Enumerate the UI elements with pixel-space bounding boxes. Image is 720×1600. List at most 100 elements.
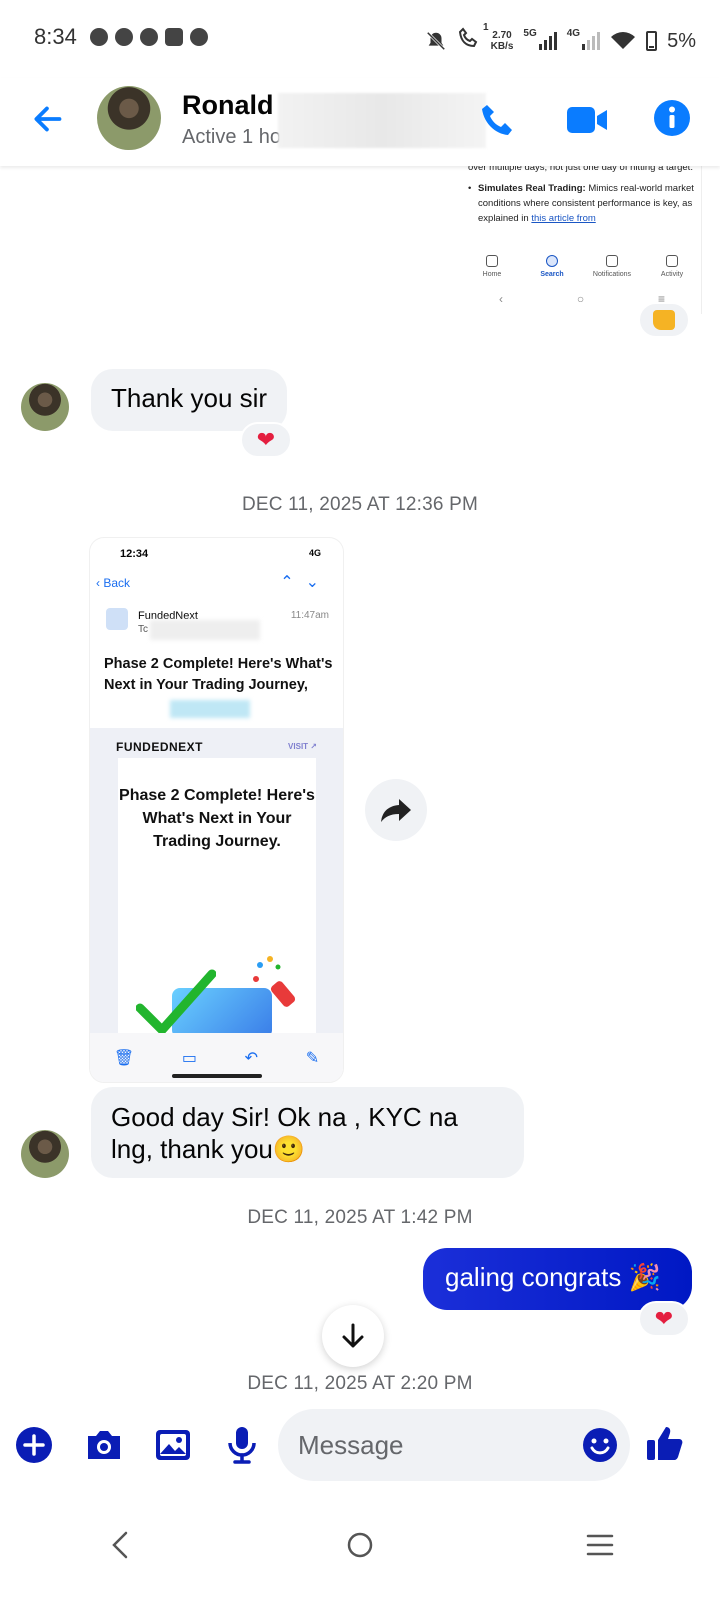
add-button[interactable]	[14, 1425, 54, 1465]
reply-icon: ↶	[244, 1050, 259, 1067]
redaction-blur	[278, 93, 486, 148]
status-bar: 8:34 1 2.70 KB/s 5G 4G 5%	[0, 0, 720, 78]
conversation-header: Ronald I Active 1 ho	[0, 78, 720, 166]
contact-avatar[interactable]	[97, 86, 161, 150]
home-icon	[486, 255, 498, 267]
compose-icon: ✎	[305, 1050, 320, 1067]
shot-nav-label: Notifications	[592, 271, 632, 278]
search-icon	[546, 255, 558, 267]
net-type-1: 5G	[523, 27, 537, 39]
camera-button[interactable]	[84, 1425, 124, 1465]
message-bubble-incoming[interactable]: Good day Sir! Ok na , KYC na lng, thank …	[91, 1087, 524, 1178]
activity-icon	[666, 255, 678, 267]
status-time: 8:34	[34, 24, 77, 49]
net-speed: 2.70 KB/s	[491, 30, 514, 52]
info-icon[interactable]	[652, 98, 692, 138]
es-time: 12:34	[120, 548, 149, 560]
forward-button[interactable]	[365, 779, 427, 841]
es-body: FUNDEDNEXT VISIT ↗ Phase 2 Complete! Her…	[90, 728, 343, 1038]
shot-bullet-bold: Simulates Real Trading:	[478, 183, 586, 194]
es-card: Phase 2 Complete! Here's What's Next in …	[118, 758, 316, 1038]
image-icon	[156, 1430, 190, 1460]
microphone-icon	[228, 1427, 256, 1464]
shot-nav-label: Activity	[660, 271, 684, 278]
shot-home-icon: ○	[576, 292, 585, 306]
bell-icon	[606, 255, 618, 267]
contact-name[interactable]: Ronald I	[182, 90, 289, 121]
app-icon	[165, 28, 183, 46]
signal-icon-1	[538, 32, 557, 50]
system-navigation-bar	[0, 1490, 720, 1600]
timestamp: DEC 11, 2025 AT 12:36 PM	[241, 494, 479, 515]
shot-nav-search: Search	[524, 255, 580, 278]
sender-avatar[interactable]	[21, 383, 69, 431]
es-brand: FUNDEDNEXT	[116, 740, 204, 754]
shot-bullet: Simulates Real Trading: Mimics real-worl…	[462, 181, 701, 226]
system-back-button[interactable]	[80, 1515, 160, 1575]
voice-button[interactable]	[222, 1425, 262, 1465]
status-right: 1 2.70 KB/s 5G 4G 5%	[425, 22, 696, 56]
scroll-to-bottom-button[interactable]	[322, 1305, 384, 1367]
wifi-call-icon: 1	[457, 22, 489, 56]
call-sim: 1	[483, 22, 489, 33]
system-home-button[interactable]	[320, 1515, 400, 1575]
net-speed-unit: KB/s	[490, 41, 514, 52]
emoji-icon	[583, 1428, 617, 1462]
video-call-icon[interactable]	[565, 102, 609, 138]
shot-bottom-nav: Home Search Notifications Activity	[462, 255, 701, 278]
shot-back-icon: ‹	[498, 292, 503, 306]
party-popper-icon	[253, 956, 296, 1007]
facebook-icon	[190, 28, 208, 46]
like-button[interactable]	[645, 1423, 685, 1463]
back-arrow-icon[interactable]	[28, 98, 70, 140]
heart-reaction[interactable]: ❤	[638, 1301, 690, 1337]
es-home-indicator	[172, 1074, 262, 1078]
thumbs-up-icon	[647, 1427, 683, 1460]
emoji-button[interactable]	[580, 1425, 620, 1465]
system-recents-button[interactable]	[560, 1515, 640, 1575]
thumbs-up-icon	[653, 310, 675, 330]
shared-email-screenshot[interactable]: 12:34 4G ‹ Back ⌃⌄ FundedNext Tc 11:47am…	[90, 538, 343, 1082]
home-circle-icon	[347, 1532, 373, 1558]
es-back: ‹ Back	[96, 576, 131, 590]
contact-status: Active 1 ho	[182, 126, 281, 148]
gallery-button[interactable]	[153, 1425, 193, 1465]
shot-nav-home: Home	[464, 255, 520, 278]
trash-icon: 🗑	[113, 1050, 135, 1067]
timestamp: DEC 11, 2025 AT 2:20 PM	[247, 1373, 473, 1394]
es-signal: 4G	[308, 548, 321, 558]
shot-nav-label: Search	[540, 271, 564, 278]
es-to: Tc	[138, 624, 148, 635]
forward-arrow-icon	[381, 799, 411, 822]
menu-icon	[586, 1534, 614, 1556]
plus-circle-icon	[16, 1427, 52, 1463]
shot-nav-activity: Activity	[644, 255, 700, 278]
net-speed-value: 2.70	[492, 30, 512, 41]
message-composer	[0, 1405, 720, 1489]
net-type-2: 4G	[566, 27, 581, 39]
shared-screenshot-image[interactable]: over multiple days, not just one day of …	[462, 160, 702, 314]
checkmark-icon	[136, 969, 216, 1035]
mute-bell-icon	[426, 31, 445, 51]
redaction-blur	[170, 700, 250, 718]
whatsapp-icon	[115, 28, 133, 46]
battery-percent: 5%	[667, 29, 696, 52]
folder-icon: ▭	[181, 1050, 197, 1067]
es-visit-label: VISIT	[288, 742, 309, 751]
timestamp: DEC 11, 2025 AT 1:42 PM	[247, 1207, 473, 1228]
heart-icon: ❤	[654, 1306, 674, 1331]
shot-nav-label: Home	[482, 271, 502, 278]
sender-avatar[interactable]	[21, 1130, 69, 1178]
es-card-title: Phase 2 Complete! Here's What's Next in …	[119, 787, 315, 850]
thumbs-up-reaction[interactable]	[638, 302, 690, 338]
es-visit: VISIT ↗	[288, 742, 317, 751]
battery-icon	[646, 31, 658, 51]
phone-call-icon[interactable]	[478, 100, 518, 140]
shot-bullet-link: this article from	[531, 213, 596, 224]
message-input[interactable]	[278, 1409, 630, 1481]
shot-nav-notifications: Notifications	[584, 255, 640, 278]
sender-logo-icon	[106, 608, 128, 630]
back-chevron-icon	[112, 1531, 128, 1559]
es-nav-arrows: ⌃⌄	[280, 574, 331, 591]
heart-reaction[interactable]: ❤	[240, 422, 292, 458]
